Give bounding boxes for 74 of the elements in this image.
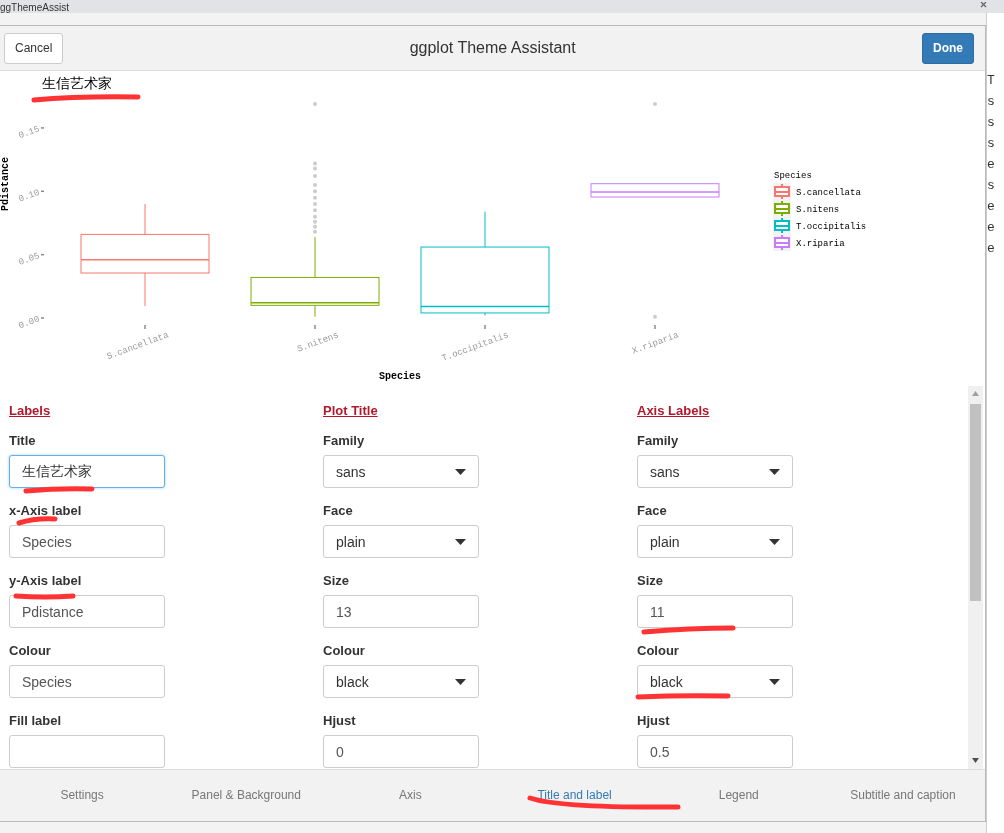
field-label: Face — [323, 503, 354, 519]
tab[interactable]: Subtitle and caption — [820, 770, 986, 821]
caret-icon — [769, 538, 780, 545]
caret-icon — [455, 468, 466, 475]
tab[interactable]: Axis — [328, 770, 493, 821]
code-fragment: s — [987, 93, 996, 111]
field-label: Family — [637, 433, 680, 449]
field-label: Colour — [637, 643, 680, 659]
tab[interactable]: Title and label — [492, 770, 657, 821]
code-fragment: e — [987, 240, 996, 258]
text-input[interactable]: Species — [9, 665, 165, 698]
field-label: Face — [637, 503, 668, 519]
field-label: Family — [323, 433, 366, 449]
dialog-title: ggplot Theme Assistant — [409, 39, 576, 57]
code-fragment: s — [987, 135, 996, 153]
code-fragment: s — [987, 114, 996, 132]
y-tick-label: 0.05 — [17, 251, 42, 268]
text-input[interactable]: 11 — [637, 595, 793, 628]
y-tick-label: 0.15 — [17, 124, 42, 142]
text-input[interactable]: 生信艺术家 — [9, 455, 165, 488]
y-tick-label: 0.00 — [17, 314, 42, 332]
dropdown-select[interactable]: plain — [323, 525, 479, 558]
x-axis-title: Species — [379, 371, 421, 382]
field-label: Hjust — [323, 713, 357, 729]
field-label: Size — [323, 573, 350, 589]
text-input[interactable]: Pdistance — [9, 595, 165, 628]
field-label: Colour — [323, 643, 366, 659]
dropdown-select[interactable]: plain — [637, 525, 793, 558]
window-title: ggThemeAssist — [0, 2, 69, 13]
dropdown-select[interactable]: black — [323, 665, 479, 698]
caret-icon — [455, 538, 466, 545]
text-input[interactable]: 0.5 — [637, 735, 793, 768]
legend-title: Species — [774, 171, 812, 181]
code-fragment: e — [987, 156, 996, 174]
code-fragment: T — [987, 72, 996, 90]
field-label: Size — [637, 573, 664, 589]
tab[interactable]: Legend — [656, 770, 821, 821]
annotation-underline — [13, 593, 76, 600]
field-label: x-Axis label — [9, 503, 83, 519]
legend-label: S.nitens — [796, 205, 840, 215]
code-fragment: s — [987, 177, 996, 195]
y-tick-label: 0.10 — [17, 187, 42, 205]
legend-label: X.riparia — [796, 239, 845, 249]
tab[interactable]: Panel & Background — [164, 770, 329, 821]
section-heading-link[interactable]: Plot Title — [323, 403, 378, 419]
legend-label: T.occipitalis — [796, 222, 867, 232]
code-fragment: e — [987, 198, 996, 216]
field-label: y-Axis label — [9, 573, 83, 589]
caret-icon — [769, 468, 780, 475]
y-axis-title: Pdistance — [0, 157, 11, 211]
tab[interactable]: Settings — [0, 770, 165, 821]
plot-title: 生信艺术家 — [42, 75, 112, 91]
field-label: Hjust — [637, 713, 671, 729]
annotation-underline — [16, 516, 58, 526]
dropdown-select[interactable]: sans — [637, 455, 793, 488]
scrollbar[interactable] — [968, 386, 983, 769]
text-input[interactable] — [9, 735, 165, 768]
code-fragment: e — [987, 219, 996, 237]
field-label: Colour — [9, 643, 52, 659]
cancel-button[interactable]: Cancel — [4, 32, 64, 64]
legend-label: S.cancellata — [796, 188, 861, 198]
text-input[interactable]: 13 — [323, 595, 479, 628]
section-heading-link[interactable]: Labels — [9, 403, 51, 419]
caret-icon — [455, 678, 466, 685]
text-input[interactable]: 0 — [323, 735, 479, 768]
caret-icon — [769, 678, 780, 685]
field-label: Fill label — [9, 713, 62, 729]
dropdown-select[interactable]: black — [637, 665, 793, 698]
done-button[interactable]: Done — [922, 32, 974, 64]
section-heading-link[interactable]: Axis Labels — [637, 403, 710, 419]
field-label: Title — [9, 433, 37, 449]
annotation-underline — [23, 486, 95, 494]
text-input[interactable]: Species — [9, 525, 165, 558]
dropdown-select[interactable]: sans — [323, 455, 479, 488]
